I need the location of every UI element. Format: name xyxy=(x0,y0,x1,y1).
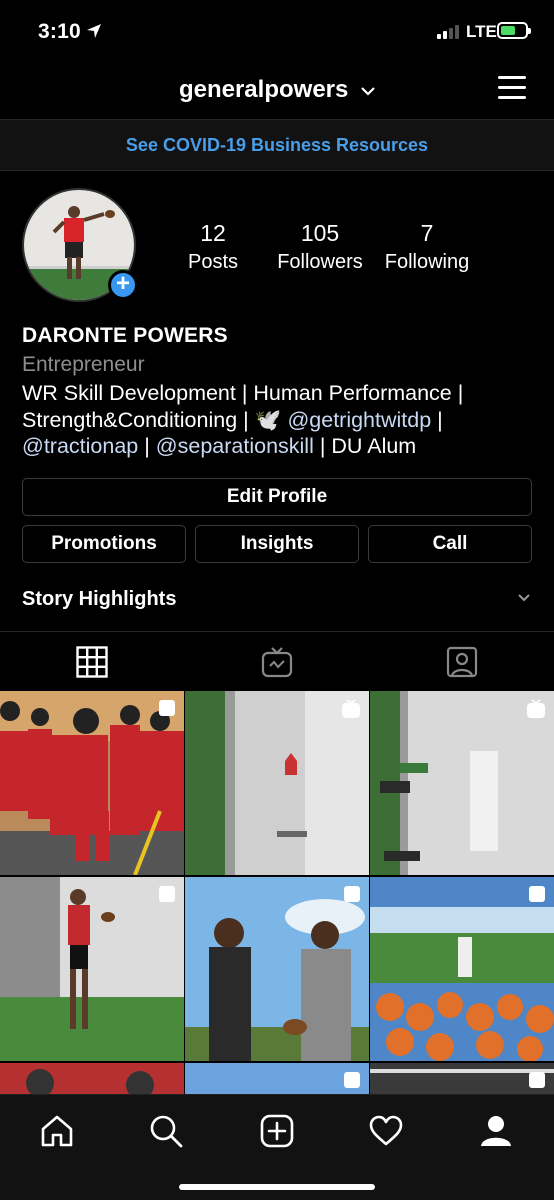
covid-resources-link[interactable]: See COVID-19 Business Resources xyxy=(0,119,554,171)
post-thumbnail[interactable] xyxy=(0,877,184,1061)
tab-tagged[interactable] xyxy=(370,632,554,692)
post-thumbnail[interactable] xyxy=(185,1063,369,1094)
post-thumbnail[interactable] xyxy=(0,691,184,875)
location-arrow-icon xyxy=(87,24,101,38)
bio-text: Strength&Conditioning | xyxy=(22,407,255,432)
status-bar: 3:10 LTE xyxy=(0,0,554,66)
signal-icon xyxy=(437,24,459,39)
multi-post-icon xyxy=(159,886,175,902)
tagged-icon xyxy=(446,646,478,678)
profile-avatar[interactable]: + xyxy=(22,188,138,302)
bio-mention-tractionap[interactable]: @tractionap xyxy=(22,434,138,458)
add-story-button[interactable]: + xyxy=(108,270,138,300)
post-thumbnail[interactable] xyxy=(370,877,554,1061)
bottom-navigation xyxy=(0,1094,554,1200)
nav-home[interactable] xyxy=(37,1111,77,1151)
home-indicator[interactable] xyxy=(179,1184,375,1190)
bio-mention-separationskill[interactable]: @separationskill xyxy=(156,434,314,458)
heart-icon xyxy=(369,1115,403,1146)
tab-grid[interactable] xyxy=(0,632,184,692)
bio-line-3: @tractionap | @separationskill | DU Alum xyxy=(22,433,542,460)
username-title: generalpowers xyxy=(178,76,349,103)
nav-search[interactable] xyxy=(146,1111,186,1151)
menu-icon[interactable] xyxy=(498,76,526,100)
multi-post-icon xyxy=(529,886,545,902)
igtv-icon xyxy=(261,647,293,678)
grid-icon xyxy=(76,646,108,678)
multi-post-icon xyxy=(159,700,175,716)
post-thumbnail[interactable] xyxy=(185,691,369,875)
followers-count[interactable]: 105 Followers xyxy=(270,220,370,274)
dove-emoji: 🕊️ xyxy=(254,407,282,432)
multi-post-icon xyxy=(529,1072,545,1088)
followers-label: Followers xyxy=(277,251,363,273)
call-button[interactable]: Call xyxy=(368,525,532,563)
profile-header: generalpowers xyxy=(0,66,554,118)
home-icon xyxy=(41,1115,73,1147)
bio-mention-getrightwitdp[interactable]: @getrightwitdp xyxy=(287,408,431,432)
story-highlights-label[interactable]: Story Highlights xyxy=(22,588,176,611)
promotions-button[interactable]: Promotions xyxy=(22,525,186,563)
account-switcher[interactable]: generalpowers xyxy=(0,76,554,104)
following-count[interactable]: 7 Following xyxy=(378,220,476,274)
add-post-icon xyxy=(260,1114,294,1148)
multi-post-icon xyxy=(344,886,360,902)
chevron-down-icon xyxy=(361,86,375,96)
igtv-badge-icon xyxy=(527,699,545,718)
nav-profile[interactable] xyxy=(476,1111,516,1151)
bio-text: | xyxy=(431,407,443,432)
multi-post-icon xyxy=(344,1072,360,1088)
posts-number: 12 xyxy=(200,220,226,246)
status-time: 3:10 xyxy=(38,20,81,43)
post-thumbnail[interactable] xyxy=(0,1063,184,1094)
edit-profile-button[interactable]: Edit Profile xyxy=(22,478,532,516)
bio-text: | xyxy=(138,434,156,458)
profile-tabs xyxy=(0,631,554,691)
post-thumbnail[interactable] xyxy=(185,877,369,1061)
nav-activity[interactable] xyxy=(366,1111,406,1151)
followers-number: 105 xyxy=(300,220,340,246)
search-icon xyxy=(150,1115,183,1148)
profile-category: Entrepreneur xyxy=(22,353,145,376)
profile-full-name: DARONTE POWERS xyxy=(22,324,228,347)
post-thumbnail[interactable] xyxy=(370,691,554,875)
bio-line-2: Strength&Conditioning | 🕊️ @getrightwitd… xyxy=(22,407,542,434)
profile-icon xyxy=(481,1116,511,1146)
posts-count[interactable]: 12 Posts xyxy=(180,220,246,274)
posts-label: Posts xyxy=(187,251,239,273)
insights-button[interactable]: Insights xyxy=(195,525,359,563)
following-number: 7 xyxy=(420,220,434,246)
network-label: LTE xyxy=(466,22,497,41)
post-thumbnail[interactable] xyxy=(370,1063,554,1094)
bio-text: | DU Alum xyxy=(313,434,417,458)
following-label: Following xyxy=(384,251,470,273)
battery-icon xyxy=(497,22,531,39)
tab-igtv[interactable] xyxy=(185,632,369,692)
posts-grid xyxy=(0,691,554,1094)
bio-line-1: WR Skill Development | Human Performance… xyxy=(22,381,464,405)
nav-new-post[interactable] xyxy=(257,1111,297,1151)
chevron-down-icon[interactable] xyxy=(518,594,530,602)
profile-bio: WR Skill Development | Human Performance… xyxy=(22,380,542,460)
igtv-badge-icon xyxy=(342,699,360,718)
